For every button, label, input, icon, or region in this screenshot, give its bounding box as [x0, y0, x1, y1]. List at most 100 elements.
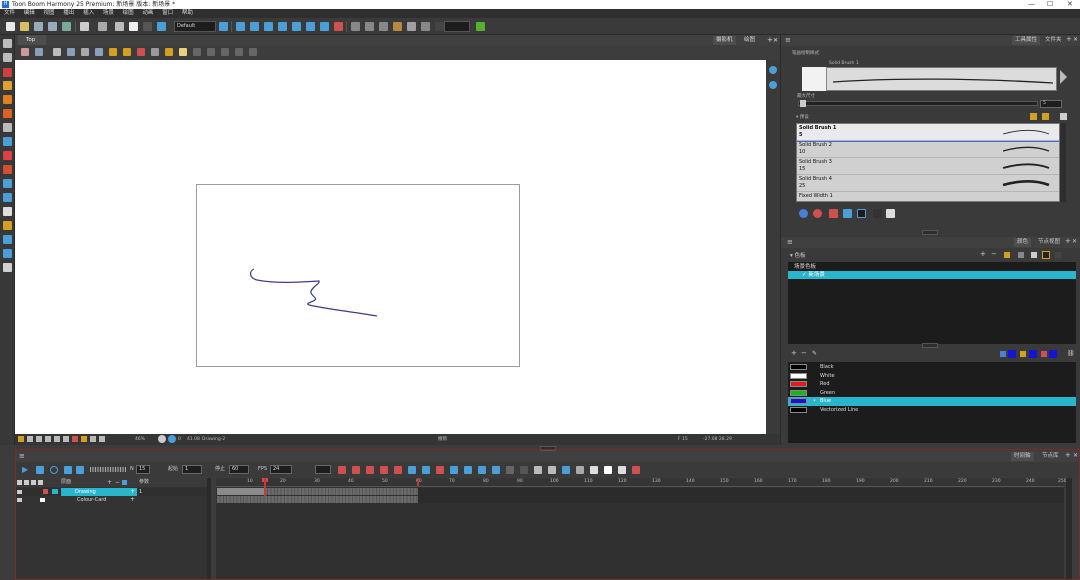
playhead[interactable] [264, 478, 266, 496]
colour-icon[interactable] [235, 48, 243, 56]
swatch-edit-icon[interactable]: ✎ [812, 350, 817, 357]
show-thumbnails-icon[interactable] [576, 466, 584, 474]
zoom-readout[interactable]: 46% [135, 434, 145, 445]
fill-colour-swatch[interactable] [1049, 350, 1057, 358]
open-scene-icon[interactable] [20, 22, 29, 31]
colour-card-cells[interactable] [217, 496, 418, 503]
clear-exposure-icon[interactable] [506, 466, 514, 474]
motion-key-icon[interactable] [366, 466, 374, 474]
tab-camera[interactable]: 摄影机 [713, 36, 736, 45]
current-colour-swatch[interactable] [1008, 350, 1016, 358]
layer-row-drawing[interactable]: Drawing + 1 [15, 488, 207, 496]
duplicate-icon[interactable] [464, 466, 472, 474]
tab-drawing[interactable]: 绘图 [741, 36, 758, 45]
morph-icon[interactable] [320, 22, 329, 31]
add-sublayer-icon[interactable]: + [130, 488, 135, 496]
start-frame-field[interactable]: 1 [182, 465, 202, 474]
brush-thumbnail[interactable] [802, 67, 827, 91]
tab-library[interactable]: 文件夹 [1042, 36, 1065, 45]
swatch-item-selected[interactable]: • Blue [788, 397, 1076, 406]
drawing-exposure[interactable] [217, 488, 265, 495]
safe-frame-icon[interactable] [54, 436, 60, 442]
menu-play[interactable]: 播出 [63, 9, 74, 18]
delete-key-icon[interactable] [436, 466, 444, 474]
close-panel-icon[interactable]: ✕ [1073, 452, 1078, 459]
insert-blank-icon[interactable] [492, 466, 500, 474]
pencil-icon[interactable] [43, 489, 48, 494]
copy-icon[interactable] [129, 22, 138, 31]
menu-window[interactable]: 窗口 [162, 9, 173, 18]
auto-flatten-icon[interactable] [857, 209, 866, 218]
brush-tool-icon[interactable] [3, 68, 12, 77]
sync-icon[interactable] [476, 22, 485, 31]
layer-colour-icon[interactable] [38, 480, 43, 485]
palette-options-icon[interactable] [1055, 252, 1061, 258]
brush-preset-item[interactable]: Solid Brush 1 5 [797, 124, 1059, 142]
rename-preset-icon[interactable] [1042, 113, 1049, 120]
onion-skin-icon[interactable] [351, 22, 360, 31]
extend-exposure-icon[interactable] [478, 466, 486, 474]
playback-speed-slider[interactable] [90, 467, 126, 472]
first-frame-icon[interactable] [76, 466, 84, 474]
brush-preset-item[interactable]: Solid Brush 4 25 [797, 175, 1059, 192]
visibility-icon[interactable] [17, 498, 22, 502]
menu-scene[interactable]: 场景 [103, 9, 114, 18]
size-slider-handle[interactable] [800, 100, 806, 107]
menu-help[interactable]: 帮助 [182, 9, 193, 18]
palette-down-icon[interactable] [1031, 252, 1037, 258]
stop-frame-field[interactable]: 60 [229, 465, 249, 474]
fill-icon[interactable] [207, 48, 215, 56]
maximize-icon[interactable]: ☐ [1047, 0, 1053, 9]
add-panel-icon[interactable]: + [1066, 35, 1072, 43]
import-icon[interactable] [62, 22, 71, 31]
tab-node-view[interactable]: 节点视图 [1035, 238, 1063, 247]
add-sublayer-icon[interactable]: + [130, 496, 135, 504]
eraser-tool-icon[interactable] [3, 95, 12, 104]
scale-icon[interactable] [278, 22, 287, 31]
line-style-dropdown[interactable] [315, 465, 331, 474]
reset-view-icon[interactable] [21, 48, 29, 56]
hand-status-icon[interactable] [99, 436, 105, 442]
light-table-icon[interactable] [365, 22, 374, 31]
colour-view-icon[interactable] [27, 436, 33, 442]
mask-icon[interactable] [36, 436, 42, 442]
close-panel-icon[interactable]: ✕ [1073, 36, 1078, 43]
layer-scrollbar[interactable] [207, 478, 211, 580]
expand-arrow-icon[interactable] [1060, 70, 1067, 84]
light-table-toggle-icon[interactable] [604, 466, 612, 474]
rectangle-tool-icon[interactable] [3, 137, 12, 146]
layer-properties-icon[interactable] [590, 466, 598, 474]
menu-file[interactable]: 文件 [4, 9, 15, 18]
onion-skin-toggle-icon[interactable] [562, 466, 570, 474]
sun-icon[interactable] [81, 436, 87, 442]
brush-preset-item[interactable]: Solid Brush 2 10 [797, 141, 1059, 158]
auto-close-icon[interactable] [873, 209, 882, 218]
record-icon[interactable] [72, 436, 78, 442]
tab-timeline[interactable]: 时间轴 [1011, 452, 1034, 461]
workspace-icon[interactable] [219, 22, 228, 31]
palette-item-new-scene[interactable]: ✓ 新场景 [788, 271, 1076, 279]
show-stroke-icon[interactable] [421, 22, 430, 31]
layer-name[interactable]: Colour-Card [77, 496, 106, 504]
pin-icon[interactable] [618, 466, 626, 474]
drawing-substitution-icon[interactable] [408, 466, 416, 474]
add-panel-icon[interactable]: + [1065, 237, 1071, 245]
safe-area-icon[interactable] [393, 22, 402, 31]
swatch-item[interactable]: Black [788, 363, 1076, 372]
cutter-tool-icon[interactable] [3, 235, 12, 244]
add-swatch-icon[interactable]: + [791, 349, 797, 357]
curve-icon[interactable] [352, 466, 360, 474]
quality-dropdown[interactable] [444, 21, 470, 32]
remove-palette-icon[interactable]: − [991, 250, 997, 258]
rotation-dial-icon[interactable] [158, 435, 166, 443]
sound-icon[interactable] [64, 466, 72, 474]
menu-insert[interactable]: 插入 [83, 9, 94, 18]
brush-preset-item[interactable]: Solid Brush 3 15 [797, 158, 1059, 175]
layer-name[interactable]: Drawing [61, 488, 137, 496]
preset-menu-icon[interactable] [1060, 113, 1067, 120]
dropper-tool-icon[interactable] [3, 179, 12, 188]
fps-field[interactable]: 24 [270, 465, 292, 474]
light-icon[interactable] [165, 48, 173, 56]
size-field[interactable]: 5 [1040, 100, 1062, 108]
brush-preview[interactable] [802, 67, 1057, 91]
